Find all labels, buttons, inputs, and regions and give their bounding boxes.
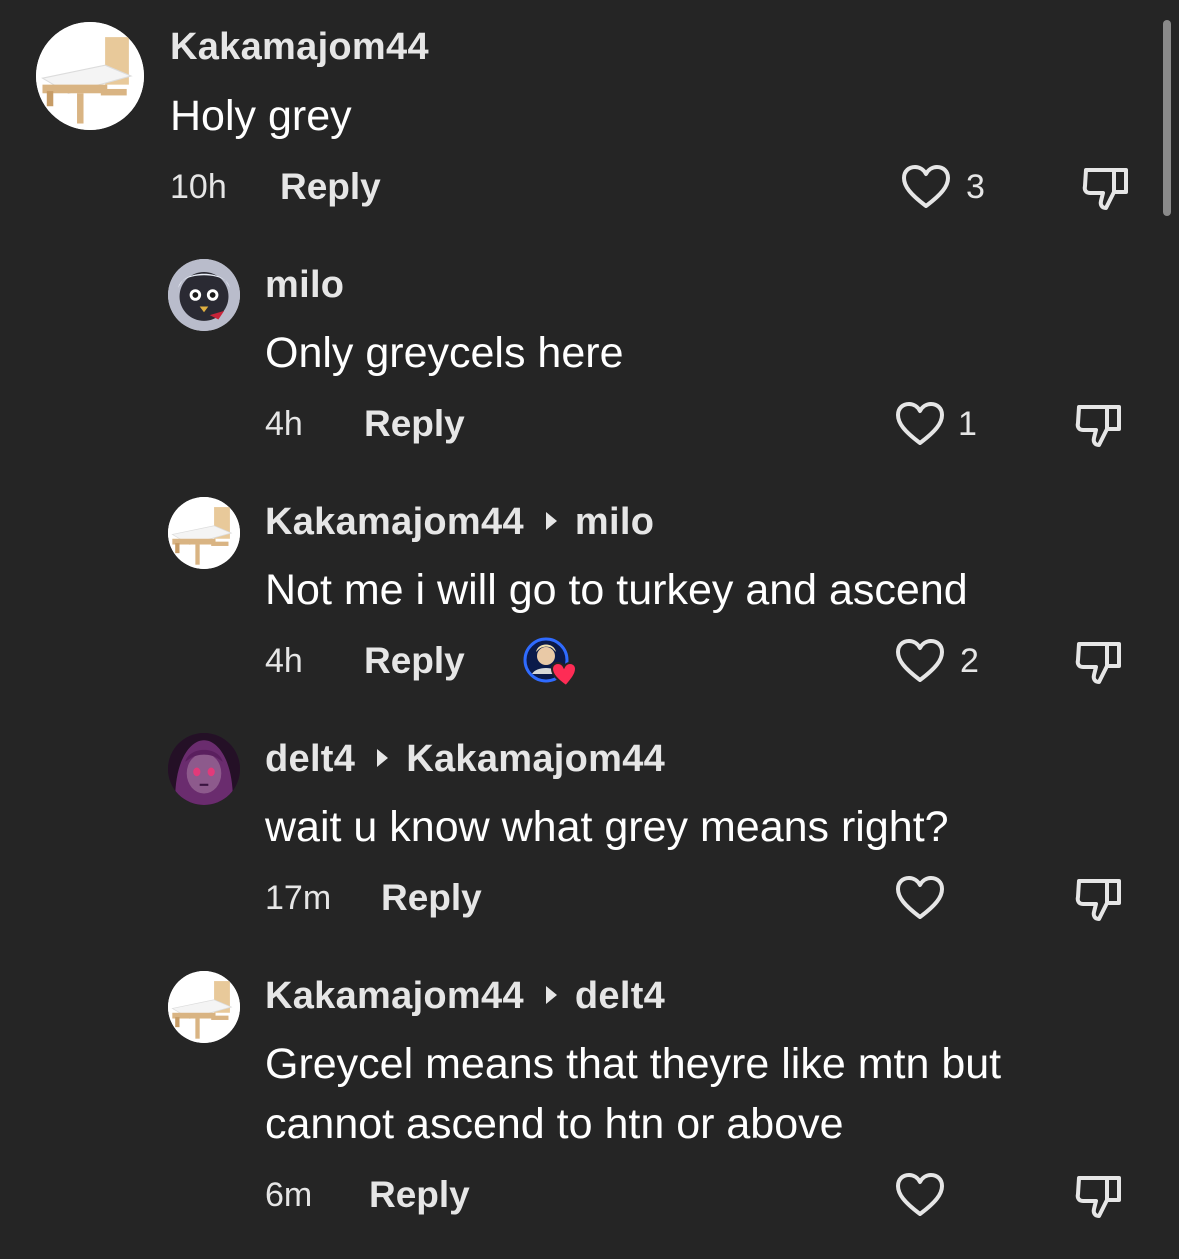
thumbs-down-icon: [1075, 1176, 1121, 1218]
thumbs-down-icon: [1082, 168, 1128, 210]
comment-username[interactable]: milo: [265, 264, 344, 307]
comment-text: Holy grey: [170, 92, 352, 140]
reply-button[interactable]: Reply: [280, 166, 381, 208]
comment-timestamp: 10h: [170, 168, 227, 206]
avatar[interactable]: [168, 733, 240, 805]
scrollbar[interactable]: [1163, 20, 1171, 216]
heart-outline-icon: [902, 165, 950, 208]
reply-button[interactable]: Reply: [369, 1174, 470, 1216]
triangle-right-icon: [545, 986, 557, 1004]
dislike-button[interactable]: [1073, 397, 1127, 451]
dislike-button[interactable]: [1073, 871, 1127, 925]
like-button[interactable]: [900, 164, 952, 210]
purple-anime-avatar: [168, 733, 240, 805]
heart-outline-icon: [896, 1173, 944, 1216]
like-count: 2: [960, 642, 979, 680]
comment-username[interactable]: Kakamajom44 milo: [265, 501, 654, 544]
anime-character-avatar: [168, 259, 240, 331]
comment-text: Not me i will go to turkey and ascend: [265, 566, 968, 614]
reply-to-username[interactable]: milo: [575, 501, 654, 543]
username-label[interactable]: Kakamajom44: [265, 501, 524, 543]
reply-to-username[interactable]: Kakamajom44: [406, 738, 665, 780]
heart-outline-icon: [896, 402, 944, 445]
like-button[interactable]: [894, 401, 946, 447]
creator-liked-badge: [522, 634, 578, 690]
username-label[interactable]: delt4: [265, 738, 355, 780]
comment-timestamp: 4h: [265, 642, 303, 680]
comment-timestamp: 6m: [265, 1176, 313, 1214]
comment-text: wait u know what grey means right?: [265, 803, 949, 851]
username-label[interactable]: milo: [265, 264, 344, 306]
avatar[interactable]: [36, 22, 144, 130]
thumbs-down-icon: [1075, 642, 1121, 684]
triangle-right-icon: [545, 512, 557, 530]
heart-outline-icon: [896, 876, 944, 919]
reply-button[interactable]: Reply: [381, 877, 482, 919]
thumbs-down-icon: [1075, 879, 1121, 921]
thumbs-down-icon: [1075, 405, 1121, 447]
dislike-button[interactable]: [1073, 634, 1127, 688]
triangle-right-icon: [377, 749, 389, 767]
reply-button[interactable]: Reply: [364, 403, 465, 445]
avatar[interactable]: [168, 259, 240, 331]
avatar[interactable]: [168, 497, 240, 569]
comment-text: Only greycels here: [265, 329, 624, 377]
like-count: 3: [966, 168, 985, 206]
avatar[interactable]: [168, 971, 240, 1043]
bed-icon: [168, 497, 240, 569]
dislike-button[interactable]: [1073, 1168, 1127, 1222]
reply-button[interactable]: Reply: [364, 640, 465, 682]
comment-username[interactable]: Kakamajom44: [170, 26, 429, 69]
bed-icon: [36, 22, 144, 130]
like-button[interactable]: [894, 638, 946, 684]
heart-outline-icon: [896, 639, 944, 682]
username-label[interactable]: Kakamajom44: [265, 975, 524, 1017]
reply-to-username[interactable]: delt4: [575, 975, 665, 1017]
comment-username[interactable]: Kakamajom44 delt4: [265, 975, 665, 1018]
dislike-button[interactable]: [1080, 160, 1134, 214]
comment-timestamp: 4h: [265, 405, 303, 443]
bed-icon: [168, 971, 240, 1043]
username-label[interactable]: Kakamajom44: [170, 26, 429, 68]
comment-timestamp: 17m: [265, 879, 332, 917]
comment-text: Greycel means that theyre like mtn but c…: [265, 1040, 1002, 1148]
like-count: 1: [958, 405, 977, 443]
like-button[interactable]: [894, 875, 946, 921]
like-button[interactable]: [894, 1172, 946, 1218]
comment-username[interactable]: delt4 Kakamajom44: [265, 738, 665, 781]
